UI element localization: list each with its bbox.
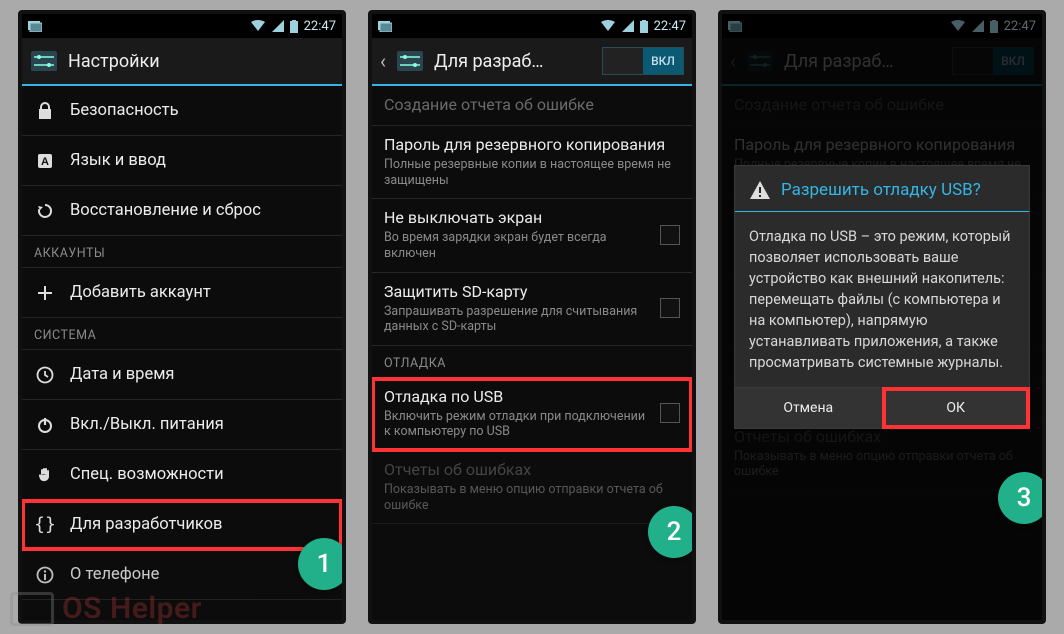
section-accounts: Аккаунты <box>22 236 342 268</box>
settings-item-label: Вкл./Выкл. питания <box>70 415 224 434</box>
phone-screenshot-2: 22:47 ‹ Для разраб… ВКЛ Создание отчета … <box>368 10 696 624</box>
info-icon <box>34 566 56 584</box>
app-bar: Настройки <box>22 38 342 86</box>
settings-item-label: Восстановление и сброс <box>70 201 261 220</box>
settings-item-developer-options[interactable]: {} Для разработчиков <box>22 500 342 550</box>
warning-icon <box>749 180 771 200</box>
status-time: 22:47 <box>304 19 336 34</box>
plus-icon <box>34 285 56 301</box>
wifi-icon <box>600 20 616 32</box>
step-badge-1: 1 <box>298 538 342 590</box>
phone-screenshot-3: 22:47 ‹ Для разраб… ВКЛ Создание отчета … <box>718 10 1046 624</box>
section-debug: Отладка <box>372 346 692 378</box>
dialog-body: Отладка по USB – это режим, который позв… <box>735 212 1029 387</box>
checkbox[interactable] <box>660 298 680 318</box>
dev-item-usb-debugging[interactable]: Отладка по USB Включить режим отладки пр… <box>372 378 692 451</box>
settings-item-security[interactable]: Безопасность <box>22 86 342 136</box>
settings-item-language[interactable]: A Язык и ввод <box>22 136 342 186</box>
step-badge-2: 2 <box>648 506 692 558</box>
svg-text:A: A <box>41 156 49 168</box>
dev-item-protect-sd[interactable]: Защитить SD-карту Запрашивать разрешение… <box>372 273 692 346</box>
restore-icon <box>34 202 56 220</box>
lock-icon <box>34 102 56 120</box>
watermark: OS Helper <box>10 591 202 626</box>
settings-item-backup-reset[interactable]: Восстановление и сброс <box>22 186 342 236</box>
battery-icon <box>640 20 648 33</box>
settings-item-label: Добавить аккаунт <box>70 283 211 302</box>
wifi-icon <box>250 20 266 32</box>
settings-icon[interactable] <box>396 47 424 75</box>
usb-debug-dialog: Разрешить отладку USB? Отладка по USB – … <box>734 165 1030 429</box>
settings-item-label: Дата и время <box>70 365 175 384</box>
status-bar: 22:47 <box>372 14 692 38</box>
settings-item-label: Для разработчиков <box>70 515 222 534</box>
dev-item-bugreport[interactable]: Создание отчета об ошибке <box>372 86 692 126</box>
dev-item-error-reports[interactable]: Отчеты об ошибках Показывать в меню опци… <box>372 451 692 524</box>
dev-item-backup-password[interactable]: Пароль для резервного копирования Полные… <box>372 126 692 199</box>
section-system: Система <box>22 318 342 350</box>
settings-item-label: Безопасность <box>70 101 179 120</box>
settings-item-add-account[interactable]: Добавить аккаунт <box>22 268 342 318</box>
signal-icon <box>272 20 284 32</box>
settings-item-datetime[interactable]: Дата и время <box>22 350 342 400</box>
screenshot-notif-icon <box>28 20 42 32</box>
status-time: 22:47 <box>654 19 686 34</box>
back-icon[interactable]: ‹ <box>380 49 386 73</box>
settings-item-accessibility[interactable]: Спец. возможности <box>22 450 342 500</box>
dialog-title: Разрешить отладку USB? <box>781 180 981 201</box>
page-title: Настройки <box>68 51 334 72</box>
dialog-ok-button[interactable]: ОК <box>883 388 1030 428</box>
settings-list: Безопасность A Язык и ввод Восстановлени… <box>22 86 342 600</box>
language-icon: A <box>34 153 56 169</box>
battery-icon <box>290 20 298 33</box>
clock-icon <box>34 366 56 384</box>
power-icon <box>34 416 56 434</box>
hand-icon <box>34 466 56 484</box>
settings-item-label: Спец. возможности <box>70 465 224 484</box>
signal-icon <box>622 20 634 32</box>
settings-icon <box>30 47 58 75</box>
status-bar: 22:47 <box>22 14 342 38</box>
settings-item-label: Язык и ввод <box>70 151 166 170</box>
toggle-on-label: ВКЛ <box>643 48 683 74</box>
step-badge-3: 3 <box>998 472 1042 524</box>
braces-icon: {} <box>34 514 56 535</box>
settings-item-label: О телефоне <box>70 565 159 584</box>
dialog-scrim: Разрешить отладку USB? Отладка по USB – … <box>722 14 1042 620</box>
dialog-cancel-button[interactable]: Отмена <box>735 388 882 428</box>
checkbox[interactable] <box>660 403 680 423</box>
master-toggle[interactable]: ВКЛ <box>602 47 684 75</box>
checkbox[interactable] <box>660 225 680 245</box>
settings-item-power[interactable]: Вкл./Выкл. питания <box>22 400 342 450</box>
dev-item-stay-awake[interactable]: Не выключать экран Во время зарядки экра… <box>372 199 692 272</box>
page-title: Для разраб… <box>434 51 592 72</box>
app-bar: ‹ Для разраб… ВКЛ <box>372 38 692 86</box>
phone-screenshot-1: 22:47 Настройки <box>18 10 346 624</box>
dev-options-list: Создание отчета об ошибке Пароль для рез… <box>372 86 692 524</box>
screenshot-notif-icon <box>378 20 392 32</box>
